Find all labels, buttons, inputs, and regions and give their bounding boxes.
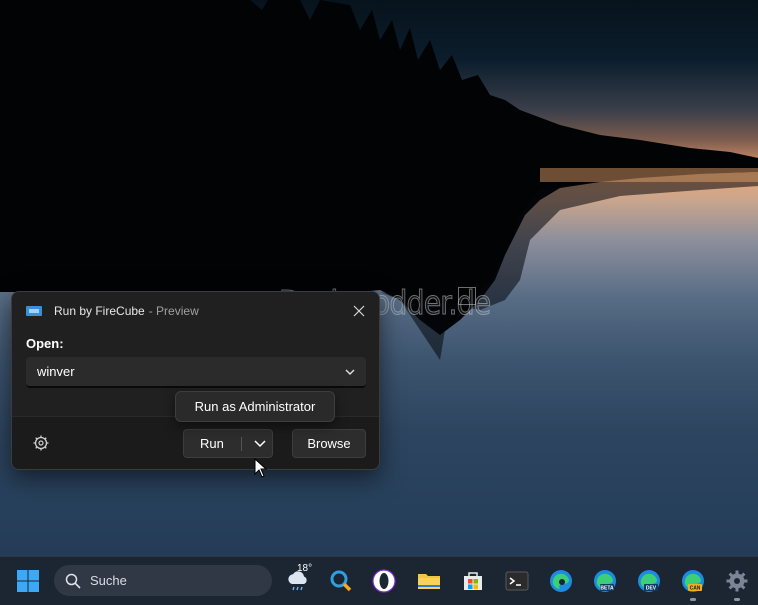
- weather-temperature: 18°: [297, 563, 313, 574]
- taskbar-app-edge-dev[interactable]: DEV: [631, 563, 667, 599]
- taskbar-app-edge-beta[interactable]: BETA: [587, 563, 623, 599]
- windows-logo-icon: [17, 570, 39, 592]
- start-button[interactable]: [10, 563, 46, 599]
- taskbar-app-file-explorer[interactable]: [411, 563, 447, 599]
- desktop-wallpaper: [0, 0, 758, 556]
- running-indicator: [734, 598, 740, 601]
- dialog-title: Run by FireCube - Preview: [54, 304, 199, 318]
- run-dialog: Run by FireCube - Preview Open: winver Ru…: [11, 291, 380, 470]
- run-as-administrator-menu-item[interactable]: Run as Administrator: [175, 391, 335, 422]
- run-split-button[interactable]: Run: [183, 429, 273, 458]
- edge-canary-badge: CAN: [690, 586, 701, 592]
- edge-beta-icon: BETA: [594, 570, 616, 592]
- edge-dev-badge: DEV: [646, 586, 657, 592]
- title-label: Run by FireCube: [54, 304, 145, 318]
- taskbar-app-edge-canary[interactable]: CAN: [675, 563, 711, 599]
- open-input-value[interactable]: winver: [37, 364, 75, 379]
- split-divider: [241, 437, 242, 451]
- running-indicator: [690, 598, 696, 601]
- forest-silhouette: [0, 0, 758, 360]
- open-label: Open:: [26, 336, 64, 351]
- run-button[interactable]: Run: [200, 436, 224, 451]
- taskbar-app-terminal[interactable]: [499, 563, 535, 599]
- taskbar-app-settings[interactable]: [719, 563, 755, 599]
- settings-gear-icon[interactable]: [32, 434, 50, 452]
- terminal-icon: [505, 571, 529, 591]
- edge-beta-badge: BETA: [600, 586, 614, 592]
- taskbar-app-opera[interactable]: [366, 563, 402, 599]
- close-button[interactable]: [348, 300, 370, 322]
- edge-icon: [550, 570, 572, 592]
- open-combobox[interactable]: winver: [26, 357, 366, 388]
- browse-button[interactable]: Browse: [292, 429, 366, 458]
- mouse-cursor-icon: [254, 458, 268, 478]
- close-icon: [353, 305, 365, 317]
- edge-canary-icon: CAN: [682, 570, 704, 592]
- title-suffix: - Preview: [148, 304, 199, 318]
- taskbar-search-box[interactable]: Suche: [54, 565, 272, 596]
- taskbar: Suche 18° BETA DEV CAN: [0, 556, 758, 605]
- edge-dev-icon: DEV: [638, 570, 660, 592]
- folder-icon: [418, 574, 440, 589]
- chevron-down-icon[interactable]: [344, 366, 356, 378]
- opera-icon: [372, 569, 396, 593]
- store-bag-icon: [464, 572, 482, 590]
- taskbar-app-edge[interactable]: [543, 563, 579, 599]
- taskbar-app-everything[interactable]: [323, 563, 359, 599]
- watermark-edit-icon: [458, 287, 476, 305]
- magnifier-app-icon: [330, 570, 352, 592]
- search-placeholder: Suche: [90, 573, 127, 588]
- taskbar-app-microsoft-store[interactable]: [455, 563, 491, 599]
- search-icon: [65, 573, 81, 589]
- settings-gear-icon: [726, 570, 748, 592]
- run-options-chevron-icon[interactable]: [247, 430, 274, 457]
- app-icon: [26, 306, 42, 316]
